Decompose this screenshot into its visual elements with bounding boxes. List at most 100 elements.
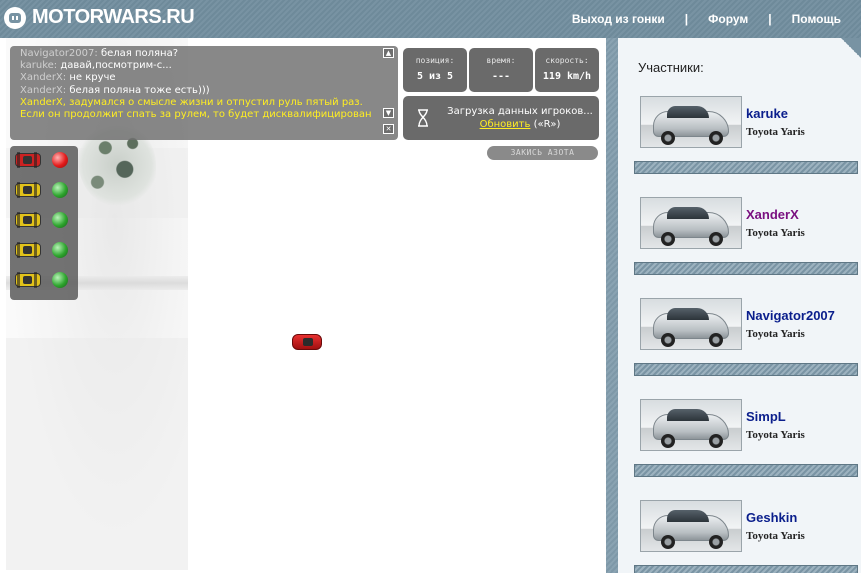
site-logo[interactable]: MOTORWARS.RU [4, 6, 195, 29]
close-icon[interactable]: ✕ [383, 124, 394, 134]
chat-message: XanderX: не круче [20, 72, 372, 84]
car-window [667, 510, 709, 522]
participant-name[interactable]: karuke [746, 106, 788, 121]
loading-text: Загрузка данных игроков... [447, 106, 593, 117]
start-lights-panel [10, 146, 78, 300]
participant-car: Toyota Yaris [746, 429, 805, 441]
chat-message: Navigator2007: белая поляна? [20, 48, 372, 60]
time-label: время: [486, 56, 516, 65]
racer-light-row [10, 238, 78, 262]
car-window [667, 409, 709, 421]
chat-message: XanderX: белая поляна тоже есть))) [20, 85, 372, 97]
logo-text: MOTORWARS.RU [32, 6, 195, 28]
wheel-icon [709, 131, 723, 145]
participant-card[interactable]: Geshkin Toyota Yaris [640, 500, 860, 554]
wheel-icon [661, 434, 675, 448]
scroll-up-icon[interactable]: ▲ [383, 48, 394, 58]
top-nav: Выход из гонки | Форум | Помощь [572, 12, 841, 26]
participant-car: Toyota Yaris [746, 227, 805, 239]
chat-nick: karuke: [20, 60, 58, 72]
car-thumbnail [640, 197, 742, 249]
position-value: 5 из 5 [416, 71, 454, 82]
participant-card[interactable]: SimpL Toyota Yaris [640, 399, 860, 453]
participant-progress-bar [634, 161, 858, 174]
refresh-link[interactable]: Обновить [480, 119, 531, 130]
participant-progress-bar [634, 464, 858, 477]
chat-text: не круче [69, 72, 116, 84]
car-window [667, 308, 709, 320]
nav-separator: | [684, 12, 689, 26]
car-window [667, 207, 709, 219]
participant-car: Toyota Yaris [746, 126, 805, 138]
racer-car-icon [15, 152, 41, 168]
participant-progress-bar [634, 565, 858, 573]
nav-forum[interactable]: Форум [708, 12, 748, 26]
participant-name[interactable]: Geshkin [746, 510, 797, 525]
participant-car: Toyota Yaris [746, 530, 805, 542]
wheel-icon [709, 232, 723, 246]
time-box: время: --- [469, 48, 533, 92]
wheel-icon [661, 131, 675, 145]
nav-exit-race[interactable]: Выход из гонки [572, 12, 665, 26]
speed-value: 119 km/h [542, 71, 592, 82]
chat-system-message: Если он продолжит спать за рулем, то буд… [20, 109, 372, 121]
game-canvas[interactable]: Navigator2007: белая поляна? karuke: дав… [0, 38, 606, 570]
green-light-icon [52, 212, 68, 228]
loading-panel: Загрузка данных игроков... Обновить («R»… [403, 96, 599, 140]
logo-icon [4, 6, 26, 29]
participant-name[interactable]: XanderX [746, 207, 799, 222]
chat-system-message: XanderX, задумался о смысле жизни и отпу… [20, 96, 363, 108]
car-thumbnail [640, 500, 742, 552]
nitro-button[interactable]: ЗАКИСЬ АЗОТА [487, 146, 598, 160]
racer-car-icon [15, 182, 41, 198]
chat-nick: Navigator2007: [20, 48, 98, 59]
chat-text: белая поляна тоже есть))) [69, 84, 210, 96]
participants-title: Участники: [638, 60, 704, 75]
nav-separator: | [768, 12, 772, 26]
chat-message: karuke: давай,посмотрим-с... [20, 60, 372, 72]
wheel-icon [709, 333, 723, 347]
speed-box: скорость: 119 km/h [535, 48, 599, 92]
position-box: позиция: 5 из 5 [403, 48, 467, 92]
chat-text: белая поляна? [100, 48, 179, 59]
racer-car-icon [15, 212, 41, 228]
corner-decoration [841, 38, 861, 58]
hourglass-icon [418, 109, 428, 127]
nav-help[interactable]: Помощь [792, 12, 841, 26]
participant-card[interactable]: XanderX Toyota Yaris [640, 197, 860, 251]
car-thumbnail [640, 96, 742, 148]
green-light-icon [52, 272, 68, 288]
snow-shade [6, 338, 188, 570]
participant-name[interactable]: Navigator2007 [746, 308, 835, 323]
wheel-icon [661, 535, 675, 549]
position-label: позиция: [415, 56, 455, 65]
participant-progress-bar [634, 363, 858, 376]
chat-scrollbar[interactable]: ▲ ▼ ✕ [383, 48, 395, 138]
wheel-icon [709, 434, 723, 448]
racer-car-icon [15, 242, 41, 258]
participant-card[interactable]: Navigator2007 Toyota Yaris [640, 298, 860, 352]
chat-nick: XanderX: [20, 72, 67, 84]
racer-light-row [10, 178, 78, 202]
chat-panel: Navigator2007: белая поляна? karuke: дав… [10, 46, 398, 140]
participants-sidebar: Участники: karuke Toyota Yaris XanderX T… [606, 38, 861, 573]
racer-car-icon [15, 272, 41, 288]
wheel-icon [709, 535, 723, 549]
refresh-hotkey: («R») [533, 119, 561, 130]
participant-progress-bar [634, 262, 858, 275]
speed-label: скорость: [545, 56, 589, 65]
red-light-icon [52, 152, 68, 168]
green-light-icon [52, 242, 68, 258]
participant-name[interactable]: SimpL [746, 409, 786, 424]
scroll-down-icon[interactable]: ▼ [383, 108, 394, 118]
participant-car: Toyota Yaris [746, 328, 805, 340]
participant-card[interactable]: karuke Toyota Yaris [640, 96, 860, 150]
car-thumbnail [640, 399, 742, 451]
car-thumbnail [640, 298, 742, 350]
chat-text: давай,посмотрим-с... [60, 60, 172, 72]
racer-light-row [10, 208, 78, 232]
time-value: --- [491, 71, 511, 82]
green-light-icon [52, 182, 68, 198]
wheel-icon [661, 232, 675, 246]
player-car-icon [292, 334, 322, 350]
